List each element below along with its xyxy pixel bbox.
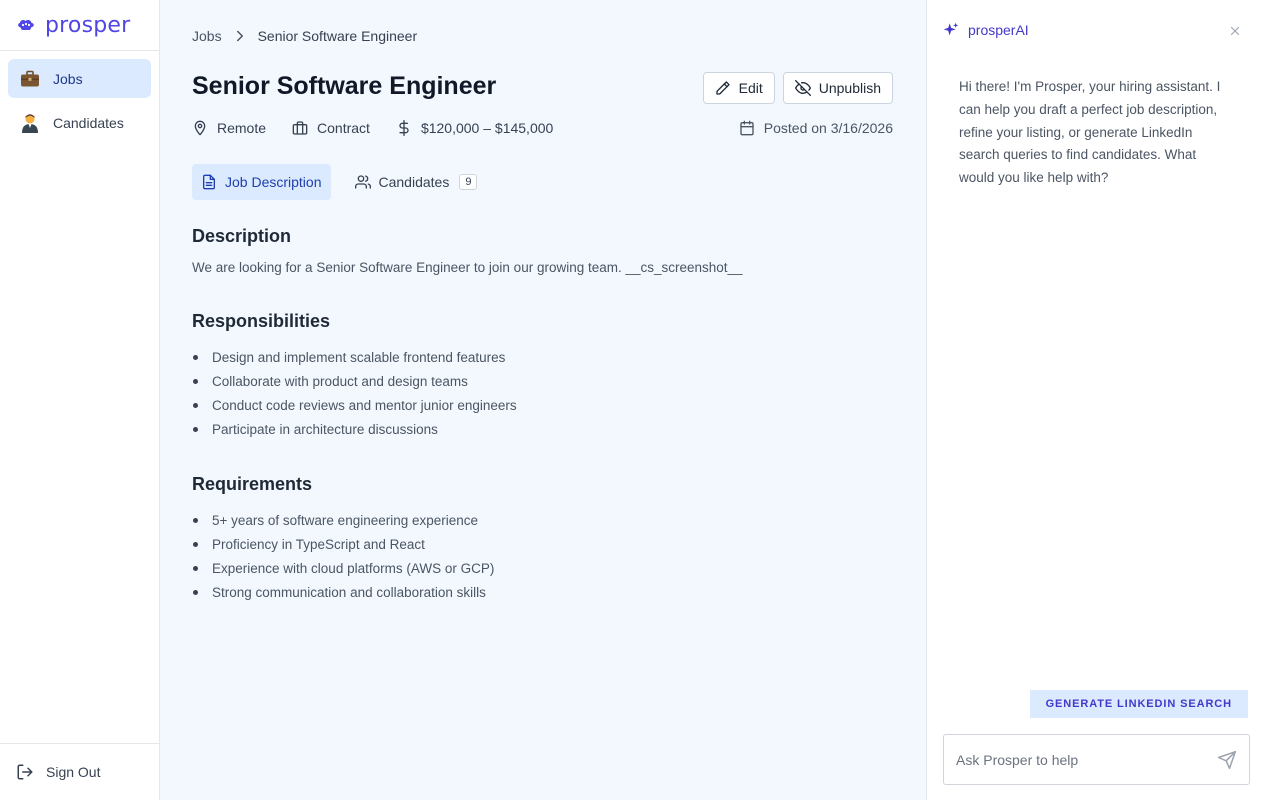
job-type-text: Contract [317, 120, 370, 136]
breadcrumb-current: Senior Software Engineer [257, 28, 418, 44]
job-actions: Edit Unpublish [702, 72, 893, 104]
pencil-icon [715, 80, 731, 96]
unpublish-button-label: Unpublish [818, 80, 881, 96]
posted-date: Posted on 3/16/2026 [739, 120, 893, 136]
dollar-icon [396, 120, 412, 136]
sidebar-item-label: Candidates [53, 114, 124, 131]
list-item: Collaborate with product and design team… [192, 369, 892, 393]
unpublish-button[interactable]: Unpublish [782, 72, 893, 104]
job-description-content: Description We are looking for a Senior … [192, 226, 892, 637]
chevron-right-icon [231, 27, 249, 45]
list-item: Proficiency in TypeScript and React [192, 532, 892, 556]
sparkle-icon [943, 22, 959, 38]
job-location-text: Remote [217, 120, 267, 136]
tab-label: Job Description [225, 174, 322, 190]
eye-off-icon [794, 80, 811, 96]
main-content: Jobs Senior Software Engineer Senior Sof… [160, 0, 926, 800]
list-item: Design and implement scalable frontend f… [192, 345, 892, 369]
candidates-count-badge: 9 [459, 174, 478, 190]
briefcase-icon [20, 69, 40, 89]
job-meta: Remote Contract $120,000 – $145,000 [192, 120, 579, 136]
job-location: Remote [192, 120, 266, 136]
list-item: Participate in architecture discussions [192, 417, 892, 441]
brain-icon [16, 18, 36, 32]
sidebar-item-label: Jobs [53, 70, 83, 87]
job-tabs: Job Description Candidates 9 [192, 164, 501, 200]
responsibilities-list: Design and implement scalable frontend f… [192, 345, 892, 441]
generate-linkedin-search-button[interactable]: GENERATE LINKEDIN SEARCH [1029, 690, 1248, 718]
sidebar: prosper Jobs Candidates Sign Out [0, 0, 160, 800]
logo[interactable]: prosper [0, 0, 159, 51]
tab-candidates[interactable]: Candidates 9 [346, 164, 487, 200]
responsibilities-heading: Responsibilities [192, 311, 331, 331]
requirements-heading: Requirements [192, 474, 313, 494]
job-salary: $120,000 – $145,000 [396, 120, 553, 136]
breadcrumb-jobs-link[interactable]: Jobs [192, 28, 222, 44]
posted-date-text: Posted on 3/16/2026 [763, 120, 893, 136]
sidebar-nav: Jobs Candidates [0, 51, 159, 155]
document-icon [201, 174, 217, 190]
users-icon [354, 174, 371, 190]
location-pin-icon [192, 120, 208, 136]
edit-button-label: Edit [738, 80, 763, 96]
description-text: We are looking for a Senior Software Eng… [192, 260, 743, 275]
calendar-icon [739, 120, 755, 136]
ai-assistant-panel: prosperAI Hi there! I'm Prosper, your hi… [926, 0, 1280, 800]
person-icon [20, 113, 40, 133]
page-title: Senior Software Engineer [192, 72, 497, 100]
description-heading: Description [192, 226, 292, 246]
tab-job-description[interactable]: Job Description [192, 164, 331, 200]
send-icon[interactable] [1217, 750, 1237, 770]
ai-panel-title: prosperAI [968, 22, 1029, 38]
tab-label: Candidates [378, 174, 450, 190]
sidebar-item-jobs[interactable]: Jobs [8, 59, 151, 98]
sidebar-item-candidates[interactable]: Candidates [8, 103, 151, 142]
briefcase-outline-icon [292, 120, 308, 136]
logo-text: prosper [45, 12, 131, 38]
list-item: Conduct code reviews and mentor junior e… [192, 393, 892, 417]
breadcrumb: Jobs Senior Software Engineer [192, 27, 417, 45]
close-icon[interactable] [1228, 24, 1242, 38]
list-item: Strong communication and collaboration s… [192, 580, 892, 604]
list-item: 5+ years of software engineering experie… [192, 508, 892, 532]
ai-input-container [943, 734, 1250, 785]
ai-panel-header: prosperAI [943, 22, 1240, 38]
logout-icon [16, 763, 34, 781]
ai-prompt-input[interactable] [956, 751, 1217, 768]
ai-greeting-message: Hi there! I'm Prosper, your hiring assis… [959, 79, 1221, 186]
list-item: Experience with cloud platforms (AWS or … [192, 556, 892, 580]
job-salary-text: $120,000 – $145,000 [420, 120, 554, 136]
edit-button[interactable]: Edit [702, 72, 775, 104]
sign-out-button[interactable]: Sign Out [0, 743, 160, 800]
job-type: Contract [292, 120, 370, 136]
sign-out-label: Sign Out [46, 764, 101, 780]
requirements-list: 5+ years of software engineering experie… [192, 508, 892, 604]
